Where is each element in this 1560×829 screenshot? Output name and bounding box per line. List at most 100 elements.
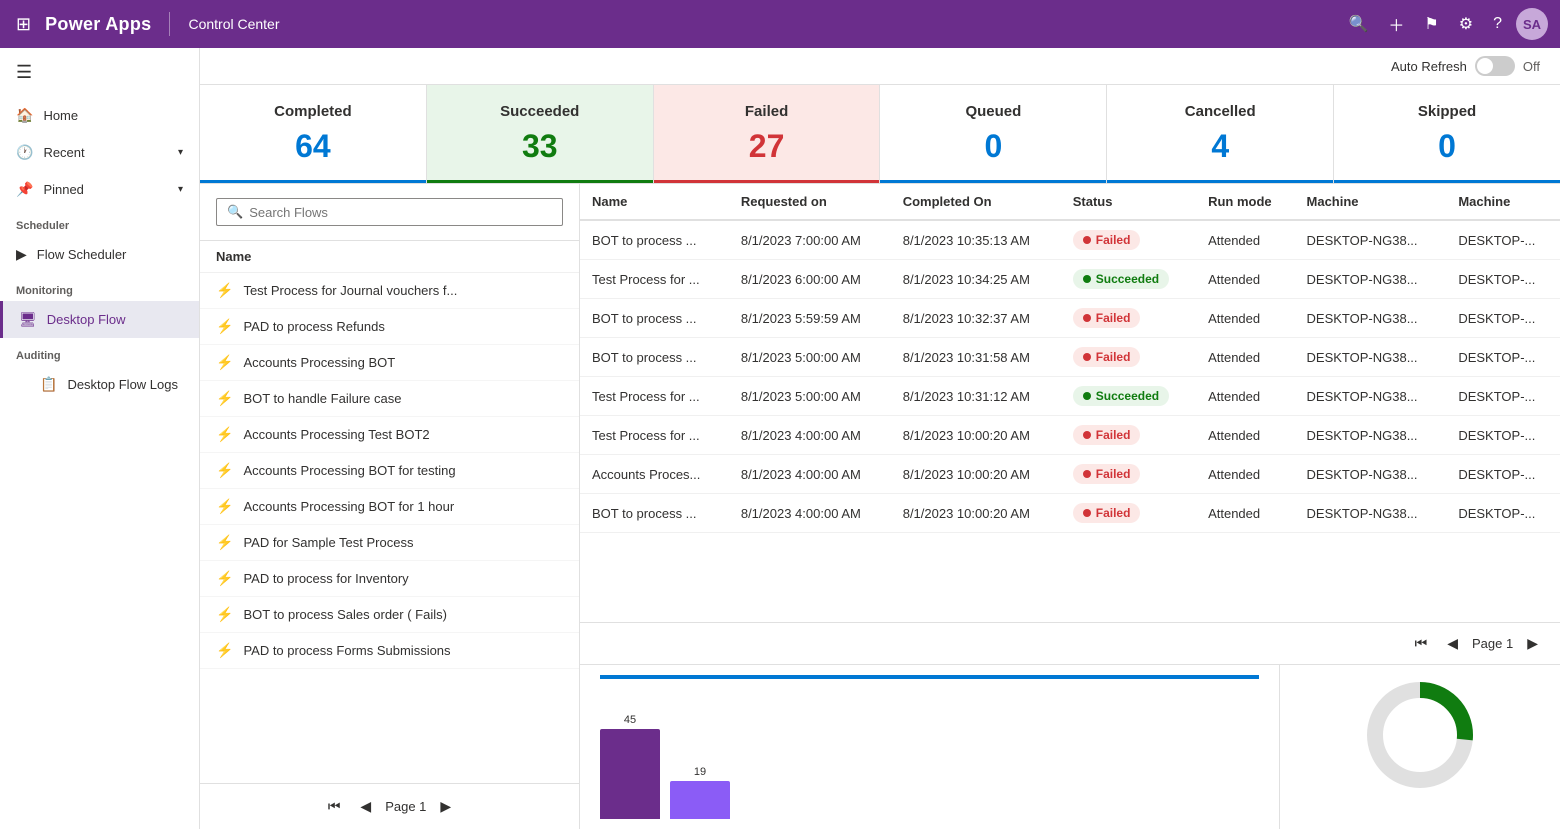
table-row[interactable]: BOT to process ... 8/1/2023 7:00:00 AM 8… [580, 220, 1560, 260]
stat-card-skipped[interactable]: Skipped 0 [1334, 85, 1560, 183]
table-row[interactable]: BOT to process ... 8/1/2023 5:00:00 AM 8… [580, 338, 1560, 377]
nav-divider [169, 12, 170, 36]
search-flows-input[interactable] [249, 205, 552, 220]
stat-value: 27 [674, 128, 860, 165]
pinned-expand-icon: ▾ [178, 184, 183, 195]
auto-refresh-toggle[interactable] [1475, 56, 1515, 76]
search-icon[interactable]: 🔍 [1342, 8, 1374, 40]
filter-icon[interactable]: ⚑ [1418, 8, 1444, 40]
list-item[interactable]: ⚡ PAD to process for Inventory [200, 561, 579, 597]
cell-machine: DESKTOP-NG38... [1295, 377, 1447, 416]
right-panel: NameRequested onCompleted OnStatusRun mo… [580, 184, 1560, 829]
table-header-cell: Machine [1446, 184, 1560, 220]
flow-first-page-button[interactable]: ⏮ [322, 794, 347, 819]
flow-item-name: Accounts Processing BOT for testing [243, 463, 455, 478]
status-badge: Succeeded [1073, 386, 1169, 406]
stat-card-cancelled[interactable]: Cancelled 4 [1107, 85, 1334, 183]
add-icon[interactable]: ＋ [1382, 6, 1410, 42]
list-item[interactable]: ⚡ BOT to handle Failure case [200, 381, 579, 417]
list-item[interactable]: ⚡ Accounts Processing BOT [200, 345, 579, 381]
flow-item-name: PAD to process Forms Submissions [243, 643, 450, 658]
hamburger-menu-button[interactable]: ☰ [0, 48, 199, 97]
table-row[interactable]: Accounts Proces... 8/1/2023 4:00:00 AM 8… [580, 455, 1560, 494]
cell-status: Failed [1061, 220, 1196, 260]
sidebar-item-home[interactable]: 🏠 Home [0, 97, 199, 134]
cell-run-mode: Attended [1196, 416, 1294, 455]
flow-item-icon: ⚡ [216, 606, 233, 623]
table-header-cell: Run mode [1196, 184, 1294, 220]
status-dot [1083, 314, 1091, 322]
flow-prev-page-button[interactable]: ◀ [354, 794, 377, 819]
status-badge: Failed [1073, 503, 1141, 523]
cell-name: Accounts Proces... [580, 455, 729, 494]
list-item[interactable]: ⚡ Accounts Processing BOT for 1 hour [200, 489, 579, 525]
sidebar-logs-label: Desktop Flow Logs [67, 377, 178, 392]
flow-item-name: BOT to handle Failure case [243, 391, 401, 406]
donut-chart-section [1280, 665, 1560, 829]
list-item[interactable]: ⚡ PAD to process Refunds [200, 309, 579, 345]
avatar[interactable]: SA [1516, 8, 1548, 40]
content-area: 🔍 Name ⚡ Test Process for Journal vouche… [200, 184, 1560, 829]
cell-name: BOT to process ... [580, 494, 729, 533]
recent-icon: 🕐 [16, 144, 33, 161]
table-row[interactable]: Test Process for ... 8/1/2023 5:00:00 AM… [580, 377, 1560, 416]
scheduler-section-label: Scheduler [0, 208, 199, 236]
stat-card-succeeded[interactable]: Succeeded 33 [427, 85, 654, 183]
table-row[interactable]: BOT to process ... 8/1/2023 5:59:59 AM 8… [580, 299, 1560, 338]
flow-item-icon: ⚡ [216, 282, 233, 299]
bar-wrap: 19 [670, 766, 730, 819]
toggle-thumb [1477, 58, 1493, 74]
stat-value: 33 [447, 128, 633, 165]
cell-run-mode: Attended [1196, 299, 1294, 338]
table-row[interactable]: Test Process for ... 8/1/2023 6:00:00 AM… [580, 260, 1560, 299]
stat-bar [880, 180, 1106, 183]
sidebar: ☰ 🏠 Home 🕐 Recent ▾ 📌 Pinned ▾ Scheduler… [0, 48, 200, 829]
sidebar-item-pinned[interactable]: 📌 Pinned ▾ [0, 171, 199, 208]
settings-icon[interactable]: ⚙ [1453, 8, 1479, 40]
table-next-page-button[interactable]: ▶ [1521, 631, 1544, 656]
cell-machine: DESKTOP-NG38... [1295, 299, 1447, 338]
sidebar-recent-label: Recent [43, 145, 84, 160]
help-icon[interactable]: ? [1487, 9, 1508, 39]
table-first-page-button[interactable]: ⏮ [1409, 631, 1434, 656]
table-prev-page-button[interactable]: ◀ [1441, 631, 1464, 656]
auditing-section-label: Auditing [0, 338, 199, 366]
status-dot [1083, 431, 1091, 439]
list-item[interactable]: ⚡ Accounts Processing Test BOT2 [200, 417, 579, 453]
list-item[interactable]: ⚡ Test Process for Journal vouchers f... [200, 273, 579, 309]
sidebar-item-flow-scheduler[interactable]: ▶ Flow Scheduler [0, 236, 199, 273]
stat-card-queued[interactable]: Queued 0 [880, 85, 1107, 183]
list-item[interactable]: ⚡ BOT to process Sales order ( Fails) [200, 597, 579, 633]
list-item[interactable]: ⚡ Accounts Processing BOT for testing [200, 453, 579, 489]
pin-icon: 📌 [16, 181, 33, 198]
stat-card-failed[interactable]: Failed 27 [654, 85, 881, 183]
sidebar-item-desktop-flow[interactable]: 🖥 Desktop Flow [0, 301, 199, 338]
cell-run-mode: Attended [1196, 455, 1294, 494]
desktop-flow-icon: 🖥 [19, 311, 37, 328]
cell-completed: 8/1/2023 10:31:58 AM [891, 338, 1061, 377]
cell-run-mode: Attended [1196, 494, 1294, 533]
logs-icon: 📋 [40, 376, 57, 393]
status-badge: Succeeded [1073, 269, 1169, 289]
cell-name: BOT to process ... [580, 299, 729, 338]
list-item[interactable]: ⚡ PAD to process Forms Submissions [200, 633, 579, 669]
cell-machine: DESKTOP-NG38... [1295, 260, 1447, 299]
flow-list-pagination: ⏮ ◀ Page 1 ▶ [200, 783, 579, 829]
top-navigation: ⊞ Power Apps Control Center 🔍 ＋ ⚑ ⚙ ? SA [0, 0, 1560, 48]
sidebar-item-recent[interactable]: 🕐 Recent ▾ [0, 134, 199, 171]
cell-completed: 8/1/2023 10:34:25 AM [891, 260, 1061, 299]
cell-machine: DESKTOP-NG38... [1295, 494, 1447, 533]
flow-next-page-button[interactable]: ▶ [434, 794, 457, 819]
cell-requested: 8/1/2023 5:00:00 AM [729, 338, 891, 377]
waffle-icon[interactable]: ⊞ [12, 10, 35, 39]
stat-value: 0 [900, 128, 1086, 165]
list-item[interactable]: ⚡ PAD for Sample Test Process [200, 525, 579, 561]
status-badge: Failed [1073, 230, 1141, 250]
stat-card-completed[interactable]: Completed 64 [200, 85, 427, 183]
table-row[interactable]: Test Process for ... 8/1/2023 4:00:00 AM… [580, 416, 1560, 455]
donut-svg [1360, 675, 1480, 795]
run-table-wrap: NameRequested onCompleted OnStatusRun mo… [580, 184, 1560, 622]
search-box: 🔍 [200, 184, 579, 241]
table-row[interactable]: BOT to process ... 8/1/2023 4:00:00 AM 8… [580, 494, 1560, 533]
sidebar-item-desktop-flow-logs[interactable]: 📋 Desktop Flow Logs [0, 366, 199, 403]
